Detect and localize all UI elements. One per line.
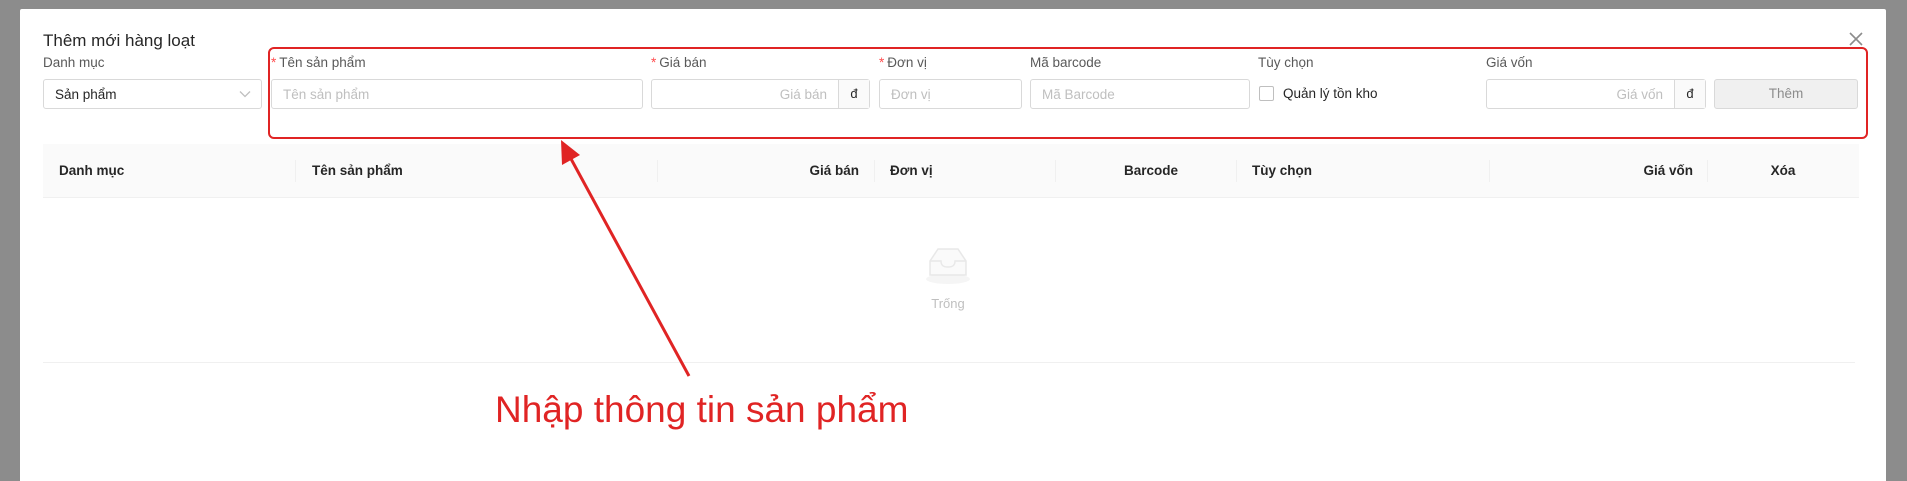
column-header-barcode: Barcode <box>1123 163 1179 178</box>
column-separator <box>874 160 875 182</box>
table-header: Danh mục Tên sản phẩm Giá bán Đơn vị Bar… <box>43 144 1859 198</box>
column-header-options: Tùy chọn <box>1252 163 1312 178</box>
empty-text: Trống <box>931 296 965 311</box>
category-select-value: Sản phẩm <box>55 87 117 102</box>
table-bottom-divider <box>43 362 1855 363</box>
chevron-down-icon <box>239 91 251 98</box>
column-header-unit: Đơn vị <box>890 163 933 178</box>
annotation-text: Nhập thông tin sản phẩm <box>495 389 909 430</box>
column-header-price: Giá bán <box>809 163 859 178</box>
column-separator <box>1236 160 1237 182</box>
column-separator <box>295 160 296 182</box>
empty-inbox-icon <box>926 248 970 284</box>
category-label: Danh mục <box>43 55 105 70</box>
close-icon[interactable] <box>1846 29 1866 49</box>
column-header-product-name: Tên sản phẩm <box>312 163 403 178</box>
column-header-category: Danh mục <box>59 163 125 178</box>
column-header-delete: Xóa <box>1770 163 1796 178</box>
modal-title: Thêm mới hàng loạt <box>43 31 195 50</box>
highlight-box <box>268 47 1868 139</box>
column-header-cost: Giá vốn <box>1643 163 1693 178</box>
category-select[interactable]: Sản phẩm <box>43 79 262 109</box>
